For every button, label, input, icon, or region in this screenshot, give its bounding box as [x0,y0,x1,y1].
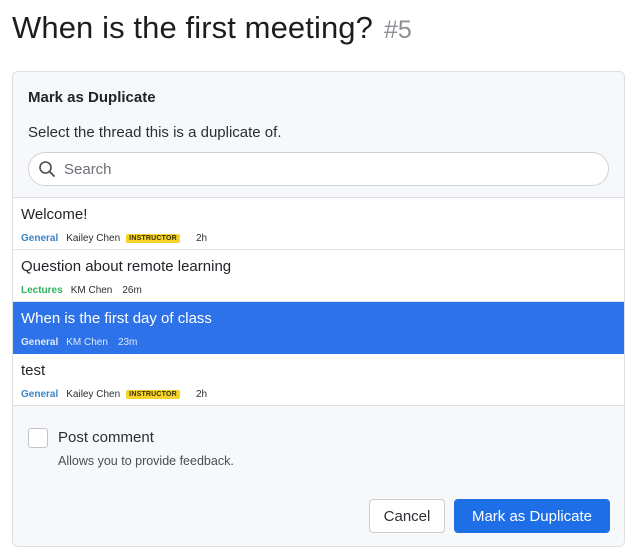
search-box[interactable] [28,152,609,186]
dialog-description: Select the thread this is a duplicate of… [28,124,282,141]
thread-category: General [21,232,59,244]
thread-category: General [21,388,59,400]
search-icon [38,160,56,178]
mark-duplicate-dialog: Mark as Duplicate Select the thread this… [12,71,625,547]
dialog-heading: Mark as Duplicate [28,89,156,106]
page-title: When is the first meeting? [12,10,373,45]
thread-category: Lectures [21,284,63,296]
thread-meta: Lectures KM Chen 26m [21,283,624,297]
instructor-badge: INSTRUCTOR [126,389,180,399]
thread-row-welcome[interactable]: Welcome! General Kailey Chen INSTRUCTOR … [13,198,624,250]
thread-title: Welcome! [21,206,88,223]
thread-category: General [21,336,59,348]
thread-row-test[interactable]: test General Kailey Chen INSTRUCTOR 2h [13,354,624,405]
thread-author: Kailey Chen [66,388,121,400]
thread-meta: General Kailey Chen INSTRUCTOR 2h [21,231,624,245]
thread-title: When is the first day of class [21,310,212,327]
thread-time: 23m [117,336,138,348]
mark-as-duplicate-button[interactable]: Mark as Duplicate [454,499,610,533]
thread-title: test [21,362,46,379]
thread-number: #5 [383,16,412,44]
thread-list: Welcome! General Kailey Chen INSTRUCTOR … [13,197,624,406]
post-comment-help: Allows you to provide feedback. [58,454,234,468]
thread-meta: General KM Chen 23m [21,335,624,349]
thread-meta: General Kailey Chen INSTRUCTOR 2h [21,387,624,401]
thread-time: 26m [122,284,142,296]
thread-time: 2h [195,388,208,400]
thread-title: Question about remote learning [21,258,232,275]
search-input[interactable] [64,160,584,178]
thread-time: 2h [195,232,208,244]
thread-row-remote-learning[interactable]: Question about remote learning Lectures … [13,250,624,302]
post-comment-checkbox[interactable] [28,428,48,448]
thread-author: Kailey Chen [66,232,121,244]
instructor-badge: INSTRUCTOR [126,233,180,243]
post-comment-label[interactable]: Post comment [58,429,154,446]
thread-author: KM Chen [70,284,113,296]
thread-author: KM Chen [66,336,108,348]
cancel-button[interactable]: Cancel [369,499,445,533]
page-header: When is the first meeting? #5 [12,10,622,54]
thread-row-first-day-selected[interactable]: When is the first day of class General K… [13,302,624,354]
